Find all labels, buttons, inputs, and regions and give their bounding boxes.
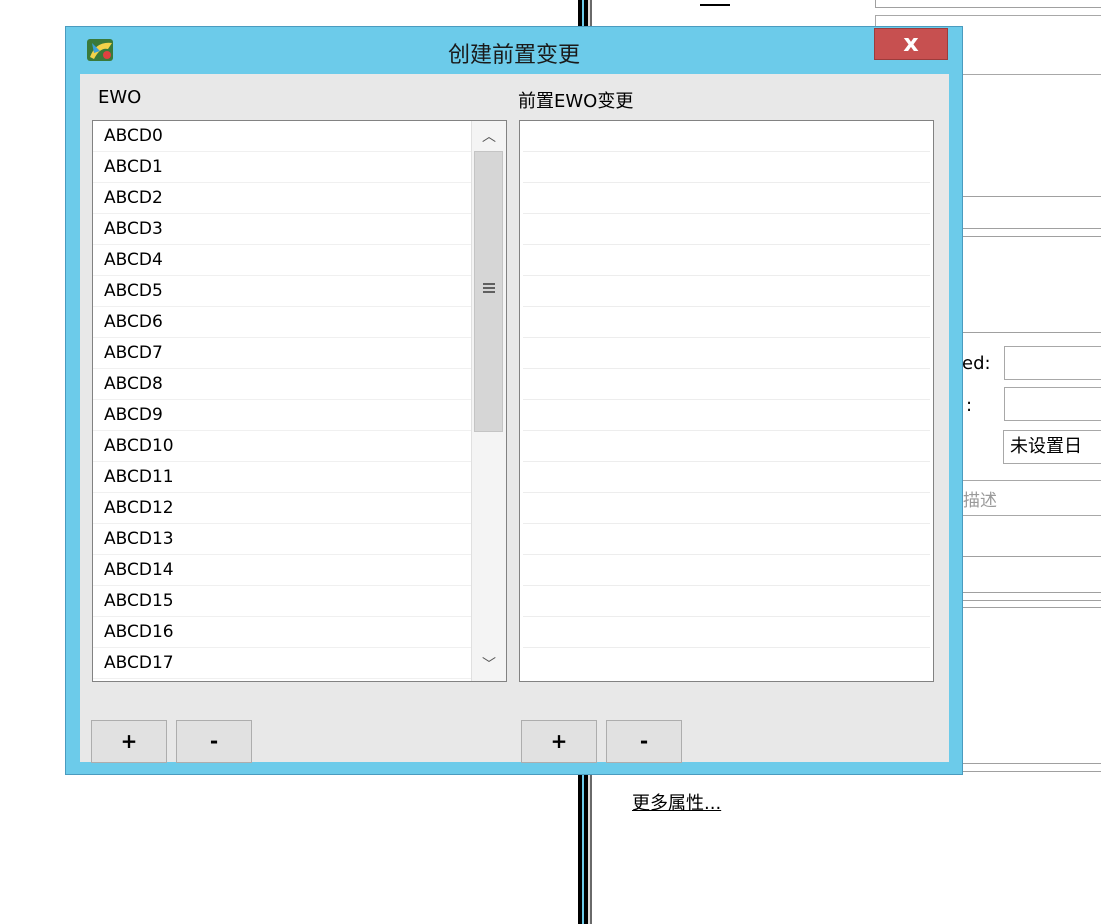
bg-input-1[interactable] [1004,346,1101,380]
ewo-list-item[interactable]: ABCD13 [93,524,471,555]
pre-ewo-list-label: 前置EWO变更 [518,91,634,112]
ewo-list-item[interactable]: ABCD14 [93,555,471,586]
pre-ewo-add-button[interactable]: + [521,720,597,763]
ewo-list-item[interactable]: ABCD1 [93,152,471,183]
close-icon: x [903,29,919,57]
create-pre-change-dialog: 创建前置变更 x EWO 前置EWO变更 ABCD0 ABCD1 ABCD2 ABCD… [65,26,963,775]
ewo-list-scrollbar[interactable]: ︿ ﹀ [471,121,506,681]
pre-ewo-empty-row [523,493,930,524]
pre-ewo-empty-row [523,307,930,338]
bg-separator [960,600,1101,601]
ewo-remove-button[interactable]: - [176,720,252,763]
bg-separator [960,196,1101,197]
scroll-thumb[interactable] [474,151,503,432]
scroll-up-arrow-icon[interactable]: ︿ [472,123,506,151]
bg-field-border [875,7,1101,8]
pre-ewo-empty-row [523,555,930,586]
bg-field-label: ed: [962,353,991,374]
ewo-list-item[interactable]: ABCD0 [93,121,471,152]
pre-ewo-empty-row [523,586,930,617]
pre-ewo-empty-row [523,214,930,245]
pre-ewo-listbox[interactable] [519,120,934,682]
more-properties-link[interactable]: 更多属性... [632,789,721,815]
pre-ewo-empty-row [523,338,930,369]
bg-separator [960,771,1101,772]
ewo-list-item[interactable]: ABCD8 [93,369,471,400]
bg-description-field[interactable]: 描述 [958,480,1101,516]
ewo-add-button[interactable]: + [91,720,167,763]
bg-separator [960,228,1101,229]
dialog-titlebar[interactable]: 创建前置变更 x [66,27,962,73]
ewo-list-item[interactable]: ABCD15 [93,586,471,617]
pre-ewo-empty-row [523,152,930,183]
scroll-grip-icon [483,283,495,293]
ewo-list-item[interactable]: ABCD5 [93,276,471,307]
pre-ewo-empty-row [523,431,930,462]
bg-separator [960,236,1101,237]
pre-ewo-empty-row [523,245,930,276]
bg-description-placeholder: 描述 [963,491,997,511]
bg-unset-label: 未设置日 [1010,436,1082,457]
bg-field-fragment [700,0,730,6]
pre-ewo-empty-row [523,369,930,400]
ewo-list-item[interactable]: ABCD3 [93,214,471,245]
pre-ewo-items [523,121,930,648]
bg-separator [960,763,1101,764]
dialog-client-area: EWO 前置EWO变更 ABCD0 ABCD1 ABCD2 ABCD3 ABCD4 ABC… [80,74,949,763]
ewo-listbox[interactable]: ABCD0 ABCD1 ABCD2 ABCD3 ABCD4 ABCD5 ABCD6 ABCD7… [92,120,507,682]
ewo-list-item[interactable]: ABCD4 [93,245,471,276]
ewo-list-label: EWO [98,87,142,108]
ewo-list-item[interactable]: ABCD16 [93,617,471,648]
bg-separator [960,592,1101,593]
pre-ewo-empty-row [523,183,930,214]
ewo-list-item[interactable]: ABCD10 [93,431,471,462]
pre-ewo-empty-row [523,400,930,431]
ewo-list-item[interactable]: ABCD2 [93,183,471,214]
bg-field-label: : [966,395,973,416]
ewo-list-item[interactable]: ABCD12 [93,493,471,524]
dialog-title: 创建前置变更 [447,43,580,68]
pre-ewo-empty-row [523,462,930,493]
bg-separator [960,607,1101,608]
close-button[interactable]: x [874,28,948,60]
ewo-list-item[interactable]: ABCD7 [93,338,471,369]
pre-ewo-empty-row [523,276,930,307]
ewo-list-item[interactable]: ABCD17 [93,648,471,679]
scroll-down-arrow-icon[interactable]: ﹀ [472,651,506,679]
bg-separator [960,332,1101,333]
ewo-list-item[interactable]: ABCD9 [93,400,471,431]
pre-ewo-empty-row [523,617,930,648]
ewo-items: ABCD0 ABCD1 ABCD2 ABCD3 ABCD4 ABCD5 ABCD6 ABCD7… [93,121,471,679]
ewo-list-item[interactable]: ABCD11 [93,462,471,493]
bg-separator [960,556,1101,557]
pre-ewo-remove-button[interactable]: - [606,720,682,763]
bg-input-2[interactable] [1004,387,1101,421]
pre-ewo-empty-row [523,121,930,152]
ewo-list-item[interactable]: ABCD6 [93,307,471,338]
bg-unset-button[interactable]: 未设置日 [1003,430,1101,464]
pre-ewo-empty-row [523,524,930,555]
